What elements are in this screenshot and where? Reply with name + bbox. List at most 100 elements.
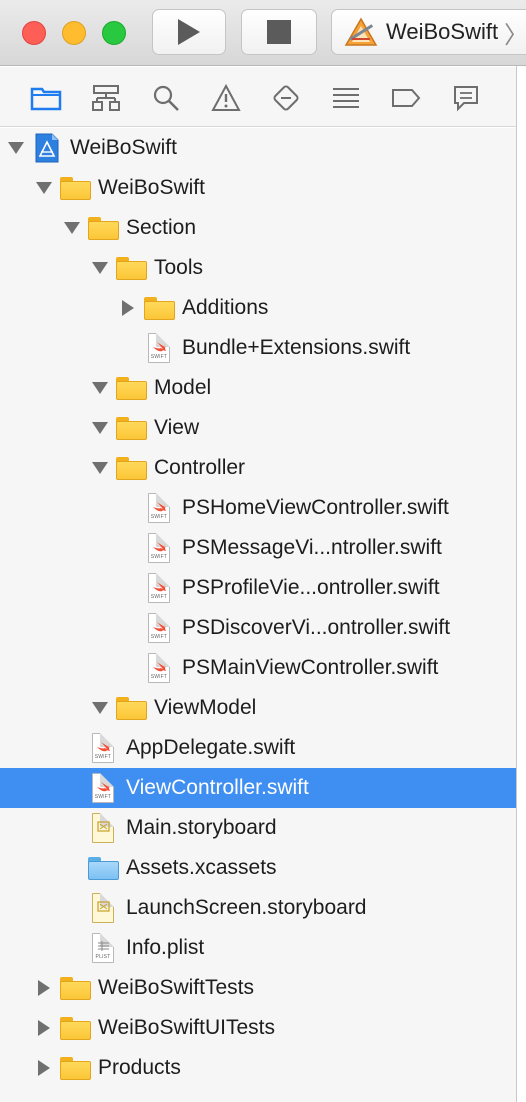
- folder-icon: [58, 168, 92, 208]
- project-navigator-tab[interactable]: [30, 82, 62, 114]
- swift-file-icon: SWIFT: [142, 528, 176, 568]
- tree-group-row[interactable]: Products: [0, 1048, 516, 1088]
- tree-group-row[interactable]: Controller: [0, 448, 516, 488]
- tree-group-row[interactable]: Model: [0, 368, 516, 408]
- tree-group-row[interactable]: WeiBoSwiftTests: [0, 968, 516, 1008]
- tree-group-row[interactable]: Section: [0, 208, 516, 248]
- diamond-minus-icon: [273, 85, 299, 111]
- list-icon: [333, 88, 359, 108]
- tree-file-row[interactable]: SWIFT ViewController.swift: [0, 768, 516, 808]
- warning-icon: [211, 84, 241, 111]
- storyboard-file-icon: [86, 888, 120, 928]
- tree-item-label: ViewModel: [154, 696, 257, 719]
- disclosure-expanded-icon[interactable]: [6, 128, 26, 168]
- find-navigator-tab[interactable]: [150, 82, 182, 114]
- disclosure-expanded-icon[interactable]: [90, 368, 110, 408]
- tree-item-label: PSMessageVi...ntroller.swift: [182, 536, 442, 559]
- issue-navigator-tab[interactable]: [210, 82, 242, 114]
- swift-file-icon: SWIFT: [86, 728, 120, 768]
- symbol-navigator-tab[interactable]: [90, 82, 122, 114]
- disclosure-expanded-icon[interactable]: [90, 448, 110, 488]
- tree-file-row[interactable]: SWIFT PSMessageVi...ntroller.swift: [0, 528, 516, 568]
- editor-edge: [516, 66, 526, 1102]
- tree-file-row[interactable]: SWIFT PSHomeViewController.swift: [0, 488, 516, 528]
- folder-icon: [114, 408, 148, 448]
- scheme-selector[interactable]: WeiBoSwift 〉: [331, 9, 526, 55]
- swift-file-icon: SWIFT: [142, 568, 176, 608]
- tree-item-label: PSProfileVie...ontroller.swift: [182, 576, 440, 599]
- tree-file-row[interactable]: SWIFT Bundle+Extensions.swift: [0, 328, 516, 368]
- report-navigator-tab[interactable]: [450, 82, 482, 114]
- tree-file-row[interactable]: Main.storyboard: [0, 808, 516, 848]
- tree-item-label: Section: [126, 216, 197, 239]
- tag-icon: [392, 89, 421, 107]
- tree-file-row[interactable]: SWIFT PSMainViewController.swift: [0, 648, 516, 688]
- disclosure-collapsed-icon[interactable]: [34, 968, 54, 1008]
- folder-icon: [58, 1048, 92, 1088]
- xcode-project-icon: [30, 128, 64, 168]
- xcode-app-icon: [344, 17, 378, 46]
- tree-item-label: PSHomeViewController.swift: [182, 496, 449, 519]
- tree-item-label: Main.storyboard: [126, 816, 277, 839]
- disclosure-expanded-icon[interactable]: [90, 248, 110, 288]
- tree-group-row[interactable]: Tools: [0, 248, 516, 288]
- swift-file-icon: SWIFT: [142, 608, 176, 648]
- run-button[interactable]: [152, 9, 226, 55]
- zoom-window-button[interactable]: [102, 21, 126, 45]
- swift-file-icon: SWIFT: [142, 328, 176, 368]
- tree-item-label: Model: [154, 376, 212, 399]
- folder-icon: [30, 87, 62, 111]
- breakpoint-navigator-tab[interactable]: [390, 82, 422, 114]
- play-icon: [178, 19, 200, 45]
- tree-file-row[interactable]: SWIFT PSDiscoverVi...ontroller.swift: [0, 608, 516, 648]
- tree-item-label: Controller: [154, 456, 246, 479]
- minimize-window-button[interactable]: [62, 21, 86, 45]
- tree-item-label: WeiBoSwift: [98, 176, 205, 199]
- disclosure-expanded-icon[interactable]: [62, 208, 82, 248]
- folder-icon: [114, 688, 148, 728]
- tree-item-label: AppDelegate.swift: [126, 736, 296, 759]
- navigator-selector-bar: [0, 67, 516, 127]
- disclosure-expanded-icon[interactable]: [34, 168, 54, 208]
- tree-file-row[interactable]: LaunchScreen.storyboard: [0, 888, 516, 928]
- window-toolbar: WeiBoSwift 〉: [0, 0, 526, 66]
- tree-group-row[interactable]: WeiBoSwift: [0, 168, 516, 208]
- disclosure-collapsed-icon[interactable]: [34, 1008, 54, 1048]
- test-navigator-tab[interactable]: [270, 82, 302, 114]
- tree-group-row[interactable]: WeiBoSwift: [0, 128, 516, 168]
- tree-file-row[interactable]: PLIST Info.plist: [0, 928, 516, 968]
- tree-item-label: ViewController.swift: [126, 776, 309, 799]
- close-window-button[interactable]: [22, 21, 46, 45]
- tree-group-row[interactable]: ViewModel: [0, 688, 516, 728]
- swift-file-icon: SWIFT: [142, 648, 176, 688]
- tree-file-row[interactable]: SWIFT AppDelegate.swift: [0, 728, 516, 768]
- disclosure-expanded-icon[interactable]: [90, 688, 110, 728]
- storyboard-file-icon: [86, 808, 120, 848]
- folder-icon: [86, 208, 120, 248]
- disclosure-expanded-icon[interactable]: [90, 408, 110, 448]
- folder-icon: [114, 248, 148, 288]
- tree-item-label: WeiBoSwift: [70, 136, 177, 159]
- swift-file-icon: SWIFT: [142, 488, 176, 528]
- folder-icon: [58, 1008, 92, 1048]
- hierarchy-icon: [92, 85, 120, 111]
- debug-navigator-tab[interactable]: [330, 82, 362, 114]
- tree-group-row[interactable]: Additions: [0, 288, 516, 328]
- stop-icon: [267, 20, 291, 44]
- tree-file-row[interactable]: SWIFT PSProfileVie...ontroller.swift: [0, 568, 516, 608]
- scheme-chevron-icon: 〉: [504, 21, 526, 49]
- project-navigator-tree: WeiBoSwift WeiBoSwift Section Tools Addition…: [0, 128, 516, 1102]
- stop-button[interactable]: [241, 9, 317, 55]
- tree-group-row[interactable]: WeiBoSwiftUITests: [0, 1008, 516, 1048]
- tree-item-label: Info.plist: [126, 936, 205, 959]
- tree-item-label: Additions: [182, 296, 269, 319]
- tree-item-label: View: [154, 416, 200, 439]
- disclosure-collapsed-icon[interactable]: [34, 1048, 54, 1088]
- tree-file-row[interactable]: Assets.xcassets: [0, 848, 516, 888]
- tree-item-label: PSMainViewController.swift: [182, 656, 439, 679]
- tree-item-label: WeiBoSwiftUITests: [98, 1016, 275, 1039]
- disclosure-collapsed-icon[interactable]: [118, 288, 138, 328]
- tree-group-row[interactable]: View: [0, 408, 516, 448]
- magnifier-icon: [153, 85, 179, 111]
- tree-item-label: LaunchScreen.storyboard: [126, 896, 367, 919]
